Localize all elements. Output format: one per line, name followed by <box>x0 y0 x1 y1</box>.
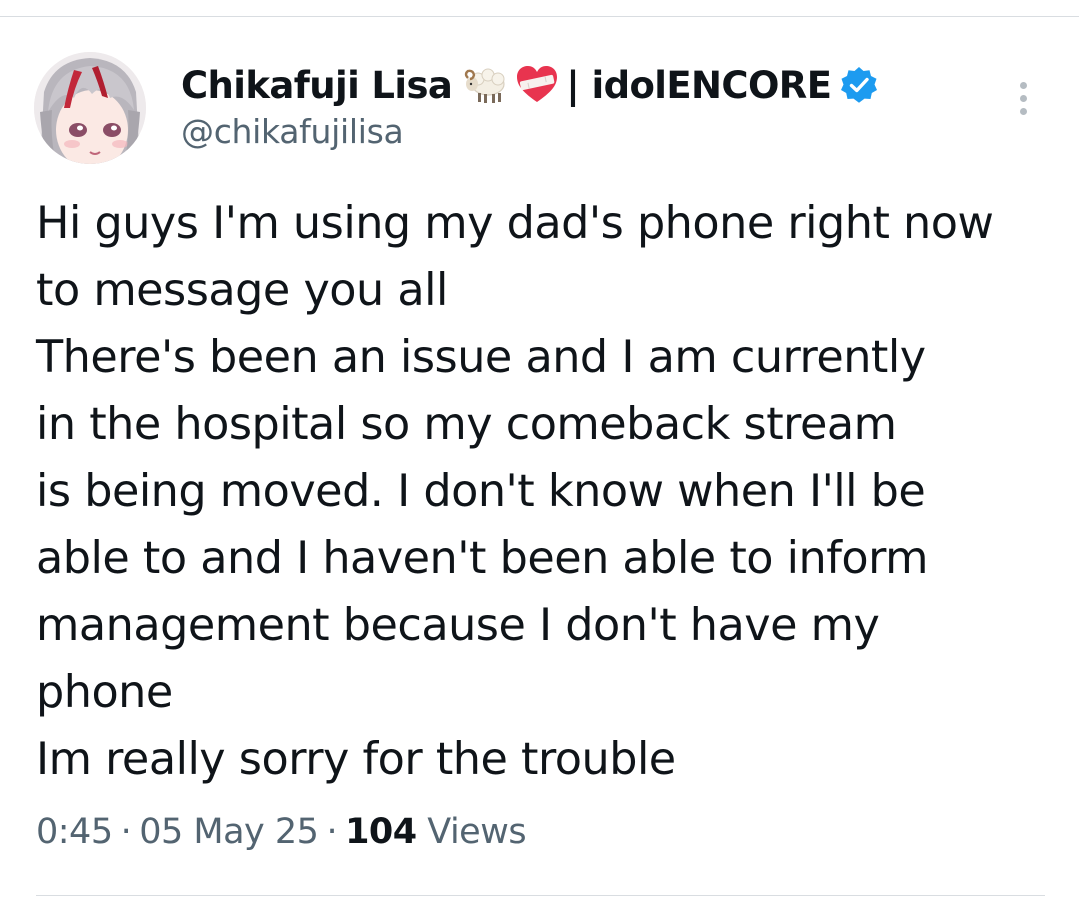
views-count[interactable]: 104 <box>345 812 417 852</box>
tweet-text: Hi guys I'm using my dad's phone right n… <box>36 190 1046 793</box>
affiliation-text: | idolENCORE <box>566 63 832 107</box>
mending-heart-icon <box>514 62 560 108</box>
more-dots-icon <box>1019 94 1027 102</box>
verified-badge-icon[interactable] <box>839 65 879 105</box>
more-dots-icon <box>1019 107 1027 115</box>
top-divider <box>0 16 1079 17</box>
tweet-line: phone <box>36 667 173 718</box>
tweet-meta: 0:45 · 05 May 25 · 104 Views <box>36 812 527 852</box>
name-row: Chikafuji Lisa | idolENCORE <box>181 58 1001 112</box>
tweet-line: There's been an issue and I am currently <box>36 332 926 383</box>
handle[interactable]: @chikafujilisa <box>181 112 1001 151</box>
views-label[interactable]: Views <box>427 812 526 852</box>
tweet-time[interactable]: 0:45 <box>36 812 113 852</box>
meta-separator: · <box>120 812 132 852</box>
tweet-line: Im really sorry for the trouble <box>36 734 676 785</box>
tweet-line: management because I don't have my <box>36 600 880 651</box>
display-name[interactable]: Chikafuji Lisa <box>181 64 453 107</box>
tweet-line: in the hospital so my comeback stream <box>36 399 897 450</box>
tweet-line: Hi guys I'm using my dad's phone right n… <box>36 198 994 249</box>
tweet-date[interactable]: 05 May 25 <box>139 812 319 852</box>
tweet-line: is being moved. I don't know when I'll b… <box>36 466 926 517</box>
tweet-line: able to and I haven't been able to infor… <box>36 533 928 584</box>
meta-separator: · <box>326 812 338 852</box>
tweet-header: Chikafuji Lisa | idolENCORE @chikafujili… <box>181 58 1001 151</box>
more-dots-icon <box>1019 81 1027 89</box>
sheep-emoji-icon <box>462 62 508 108</box>
avatar[interactable] <box>34 52 146 164</box>
tweet-line: to message you all <box>36 265 448 316</box>
avatar-image <box>34 52 146 164</box>
more-options-button[interactable] <box>1006 76 1040 120</box>
bottom-divider <box>36 895 1045 896</box>
